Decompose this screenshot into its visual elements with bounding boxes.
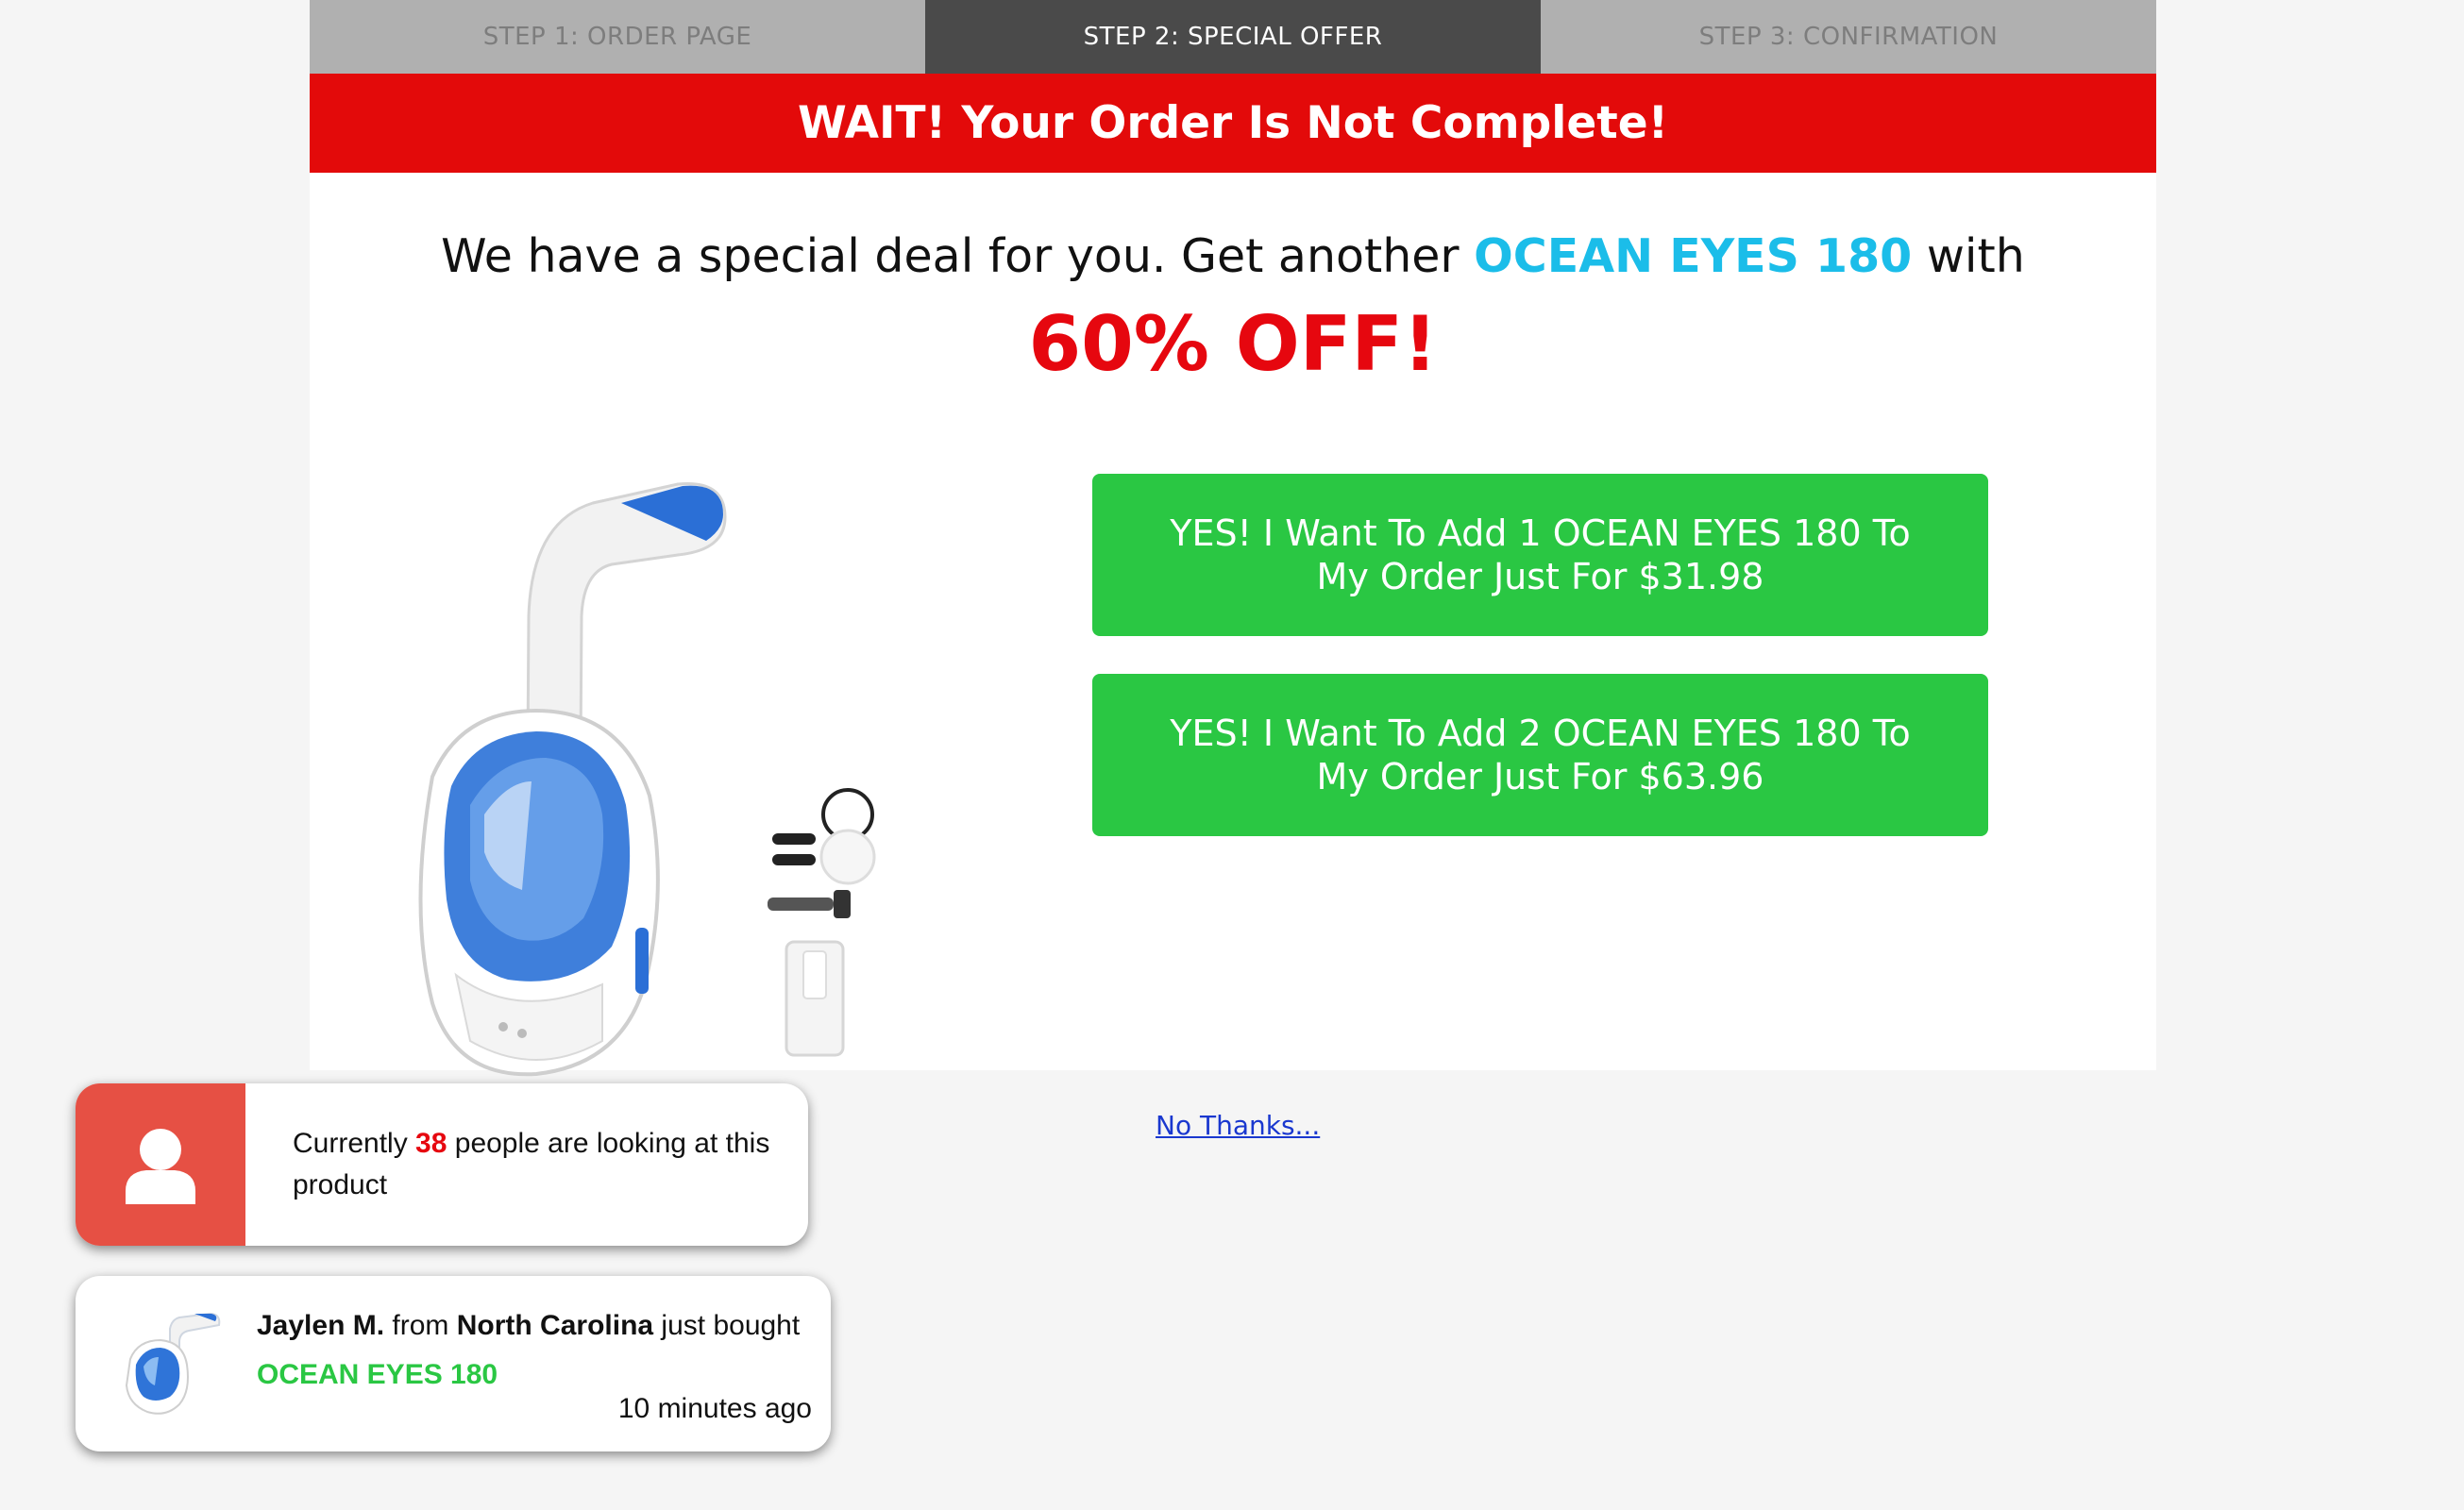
- viewer-box: [76, 1083, 245, 1246]
- purchased-product-name: OCEAN EYES 180: [257, 1359, 498, 1390]
- purchase-summary: Jaylen M. from North Carolina just bough…: [257, 1310, 800, 1342]
- purchased-product-thumbnail: [125, 1312, 221, 1415]
- headline-suffix: with: [1912, 229, 2025, 283]
- viewer-count: 38: [415, 1128, 447, 1159]
- recent-purchase-popup[interactable]: Jaylen M. from North Carolina just bough…: [76, 1276, 831, 1451]
- live-viewers-text: Currently 38 people are looking at this …: [293, 1123, 784, 1205]
- from-word: from: [384, 1310, 457, 1341]
- offer-headline: We have a special deal for you. Get anot…: [310, 229, 2156, 283]
- live-viewers-popup[interactable]: Currently 38 people are looking at this …: [76, 1083, 808, 1246]
- no-thanks-link[interactable]: No Thanks...: [1156, 1110, 1320, 1141]
- step-progress-bar: STEP 1: ORDER PAGE STEP 2: SPECIAL OFFER…: [310, 0, 2156, 74]
- offer-panel: We have a special deal for you. Get anot…: [310, 173, 2156, 1077]
- order-incomplete-banner: WAIT! Your Order Is Not Complete!: [310, 74, 2156, 173]
- user-icon: [126, 1129, 195, 1204]
- step-special-offer: STEP 2: SPECIAL OFFER: [925, 0, 1541, 74]
- headline-brand: OCEAN EYES 180: [1474, 229, 1913, 283]
- viewers-prefix: Currently: [293, 1128, 416, 1159]
- snorkel-mask-product-image: [418, 481, 876, 1077]
- purchase-time: 10 minutes ago: [617, 1393, 812, 1424]
- headline-prefix: We have a special deal for you. Get anot…: [441, 229, 1475, 283]
- buyer-name: Jaylen M.: [257, 1310, 385, 1341]
- purchase-action: just bought: [653, 1310, 801, 1341]
- step-confirmation: STEP 3: CONFIRMATION: [1541, 0, 2156, 74]
- add-two-units-button[interactable]: YES! I Want To Add 2 OCEAN EYES 180 To M…: [1092, 674, 1988, 836]
- funnel-container: STEP 1: ORDER PAGE STEP 2: SPECIAL OFFER…: [310, 0, 2156, 1077]
- add-one-unit-button[interactable]: YES! I Want To Add 1 OCEAN EYES 180 To M…: [1092, 474, 1988, 636]
- step-order-page: STEP 1: ORDER PAGE: [310, 0, 925, 74]
- buyer-location: North Carolina: [456, 1310, 654, 1341]
